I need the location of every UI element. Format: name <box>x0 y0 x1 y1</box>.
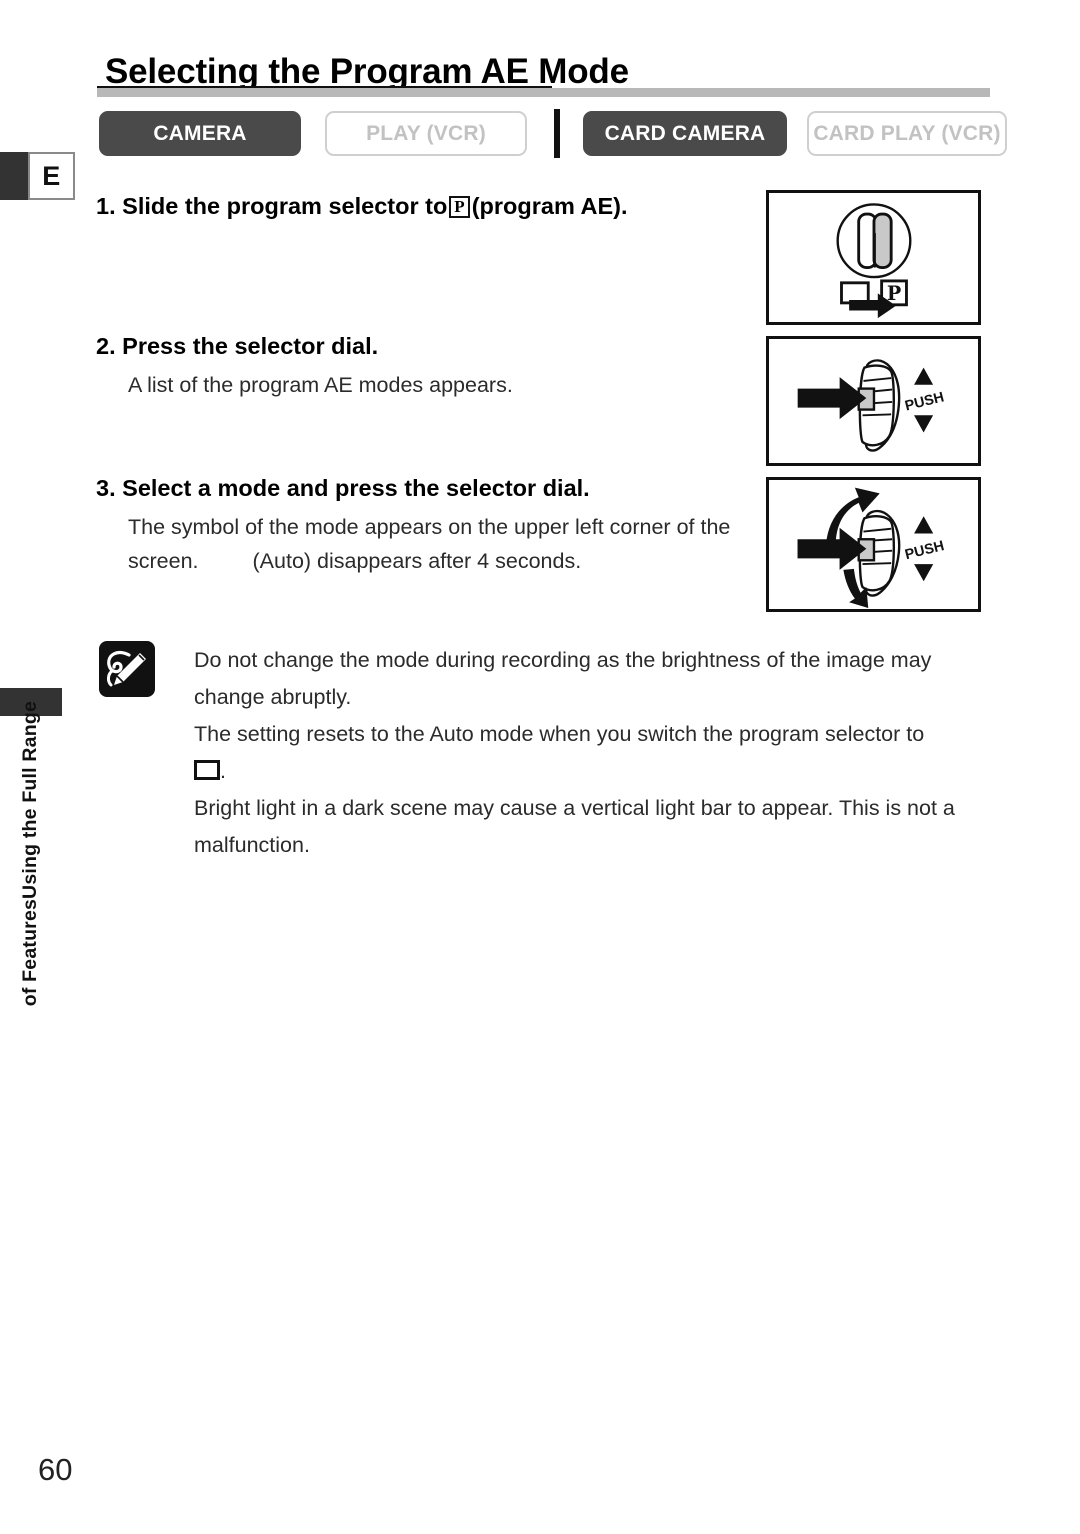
language-tab: E <box>28 152 75 200</box>
triangle-down-icon <box>914 415 934 433</box>
mode-button-camera[interactable]: CAMERA <box>99 111 301 156</box>
mode-button-play-vcr[interactable]: PLAY (VCR) <box>325 111 527 156</box>
note-item-2: The setting resets to the Auto mode when… <box>194 722 925 783</box>
section-label-line-2: of Features <box>19 898 41 1007</box>
step-2-body: A list of the program AE modes appears. <box>128 373 513 397</box>
mode-group-divider <box>554 109 560 158</box>
note-item-2-text: The setting resets to the Auto mode when… <box>194 722 925 746</box>
step-2-number: 2. <box>96 333 116 359</box>
step-1-heading: 1. Slide the program selector to P (progra… <box>96 190 756 222</box>
section-label: Using the Full Range of Features <box>15 701 77 1006</box>
note-item-1: Do not change the mode during recording … <box>194 648 932 709</box>
program-ae-p-icon: P <box>449 196 470 218</box>
step-3-heading: 3. Select a mode and press the selector … <box>96 472 756 504</box>
figure-selector-dial-press: PUSH <box>766 336 981 466</box>
note-item-3: Bright light in a dark scene may cause a… <box>194 796 955 857</box>
mode-button-card-play-vcr[interactable]: CARD PLAY (VCR) <box>807 111 1007 156</box>
triangle-up-icon <box>914 516 934 534</box>
section-label-line-1: Using the Full Range <box>19 701 41 899</box>
mode-button-card-camera[interactable]: CARD CAMERA <box>583 111 787 156</box>
easy-recording-box-icon <box>194 760 220 780</box>
step-2-heading: 2. Press the selector dial. <box>96 330 756 362</box>
step-3-heading-text: Select a mode and press the selector dia… <box>122 475 590 501</box>
step-1-heading-after: (program AE). <box>471 193 628 219</box>
easy-recording-box-icon <box>840 281 870 305</box>
step-3-body: The symbol of the mode appears on the up… <box>96 510 756 578</box>
figure-program-selector-switch: P <box>766 190 981 325</box>
step-3-number: 3. <box>96 475 116 501</box>
step-1: 1. Slide the program selector to P (progra… <box>96 190 756 222</box>
mode-button-bar: CAMERA PLAY (VCR) CARD CAMERA CARD PLAY … <box>99 109 1007 158</box>
step-3-body-line-1: The symbol of the mode appears on the up… <box>128 515 731 539</box>
step-3-body-line-2a: screen. <box>128 549 199 573</box>
push-label: PUSH <box>903 389 945 414</box>
notes-list: Do not change the mode during recording … <box>194 642 980 864</box>
step-1-number: 1. <box>96 193 116 219</box>
title-underline-rule <box>97 88 990 97</box>
page-number: 60 <box>38 1452 73 1487</box>
arrow-right-icon <box>797 377 867 420</box>
triangle-up-icon <box>914 367 934 385</box>
push-label: PUSH <box>903 538 946 563</box>
step-1-heading-before: Slide the program selector to <box>122 193 448 219</box>
figure-selector-dial-rotate-press: PUSH <box>766 477 981 612</box>
memo-pencil-icon <box>99 641 155 697</box>
step-2: 2. Press the selector dial. A list of th… <box>96 330 756 402</box>
step-2-heading-text: Press the selector dial. <box>122 333 379 359</box>
triangle-down-icon <box>914 564 934 582</box>
step-3-body-line-2b: (Auto) disappears after 4 seconds. <box>252 549 582 573</box>
step-3: 3. Select a mode and press the selector … <box>96 472 756 578</box>
